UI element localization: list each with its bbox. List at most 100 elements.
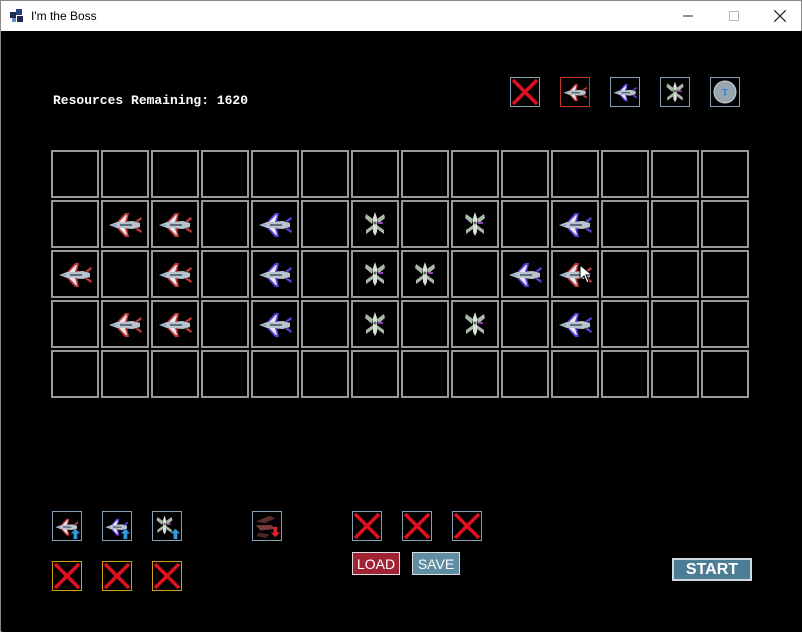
grid-cell[interactable] bbox=[51, 350, 99, 398]
empty-slot[interactable] bbox=[352, 511, 382, 541]
upgrade-ship-a[interactable] bbox=[52, 511, 82, 541]
ship-c-tool[interactable] bbox=[660, 77, 690, 107]
grid-cell[interactable] bbox=[201, 150, 249, 198]
grid-cell[interactable] bbox=[201, 250, 249, 298]
grid-cell[interactable] bbox=[651, 300, 699, 348]
grid-cell[interactable] bbox=[251, 250, 299, 298]
coin-tool[interactable]: T bbox=[710, 77, 740, 107]
upgrade-ship-b[interactable] bbox=[102, 511, 132, 541]
grid-cell[interactable] bbox=[401, 300, 449, 348]
grid-cell[interactable] bbox=[601, 250, 649, 298]
fighter-ship-purple-icon bbox=[509, 263, 542, 287]
grid-cell[interactable] bbox=[501, 250, 549, 298]
grid-cell[interactable] bbox=[401, 250, 449, 298]
grid-cell[interactable] bbox=[401, 200, 449, 248]
grid-cell[interactable] bbox=[651, 200, 699, 248]
grid-cell[interactable] bbox=[151, 200, 199, 248]
broken-ship-down-icon bbox=[255, 515, 281, 539]
grid-cell[interactable] bbox=[351, 150, 399, 198]
app-window: I'm the Boss Resources Remaining: 1620 T… bbox=[0, 0, 802, 632]
grid-cell[interactable] bbox=[501, 300, 549, 348]
maximize-button[interactable] bbox=[711, 1, 757, 31]
grid-cell[interactable] bbox=[201, 300, 249, 348]
grid-cell[interactable] bbox=[101, 250, 149, 298]
grid-cell[interactable] bbox=[201, 200, 249, 248]
grid-cell[interactable] bbox=[451, 150, 499, 198]
grid-cell[interactable] bbox=[551, 200, 599, 248]
grid-cell[interactable] bbox=[101, 300, 149, 348]
fighter-ship-red-icon bbox=[563, 84, 588, 102]
grid-cell[interactable] bbox=[351, 350, 399, 398]
grid-cell[interactable] bbox=[701, 150, 749, 198]
empty-slot[interactable] bbox=[452, 511, 482, 541]
grid-cell[interactable] bbox=[151, 300, 199, 348]
grid-cell[interactable] bbox=[501, 150, 549, 198]
grid-cell[interactable] bbox=[301, 300, 349, 348]
upgrade-ship-c[interactable] bbox=[152, 511, 182, 541]
x-icon bbox=[152, 561, 182, 591]
grid-cell[interactable] bbox=[301, 150, 349, 198]
grid-cell[interactable] bbox=[601, 350, 649, 398]
grid-cell[interactable] bbox=[351, 200, 399, 248]
ship-a-tool[interactable] bbox=[560, 77, 590, 107]
fighter-ship-red-icon bbox=[109, 313, 142, 337]
grid-cell[interactable] bbox=[151, 150, 199, 198]
grid-cell[interactable] bbox=[701, 250, 749, 298]
grid-cell[interactable] bbox=[301, 350, 349, 398]
grid-cell[interactable] bbox=[51, 250, 99, 298]
grid-cell[interactable] bbox=[51, 150, 99, 198]
grid-cell[interactable] bbox=[651, 350, 699, 398]
grid-cell[interactable] bbox=[701, 200, 749, 248]
remove-tool[interactable] bbox=[510, 77, 540, 107]
grid-cell[interactable] bbox=[601, 200, 649, 248]
downgrade-ship[interactable] bbox=[252, 511, 282, 541]
close-icon bbox=[774, 10, 786, 22]
grid-cell[interactable] bbox=[701, 350, 749, 398]
empty-slot[interactable] bbox=[102, 561, 132, 591]
empty-slot[interactable] bbox=[52, 561, 82, 591]
grid-cell[interactable] bbox=[651, 150, 699, 198]
grid-cell[interactable] bbox=[101, 150, 149, 198]
close-button[interactable] bbox=[757, 1, 802, 31]
winged-ship-icon bbox=[465, 312, 485, 336]
grid-cell[interactable] bbox=[51, 200, 99, 248]
grid-cell[interactable] bbox=[151, 250, 199, 298]
fighter-ship-purple-icon bbox=[259, 263, 292, 287]
grid-cell[interactable] bbox=[401, 350, 449, 398]
grid-cell[interactable] bbox=[551, 300, 599, 348]
grid-cell[interactable] bbox=[101, 350, 149, 398]
grid-cell[interactable] bbox=[301, 200, 349, 248]
grid-cell[interactable] bbox=[551, 350, 599, 398]
grid-cell[interactable] bbox=[701, 300, 749, 348]
grid-cell[interactable] bbox=[651, 250, 699, 298]
grid-cell[interactable] bbox=[51, 300, 99, 348]
empty-slot[interactable] bbox=[152, 561, 182, 591]
grid-cell[interactable] bbox=[351, 250, 399, 298]
grid-cell[interactable] bbox=[601, 150, 649, 198]
grid-cell[interactable] bbox=[451, 350, 499, 398]
grid-cell[interactable] bbox=[101, 200, 149, 248]
start-button[interactable]: START bbox=[672, 558, 752, 581]
grid-cell[interactable] bbox=[151, 350, 199, 398]
grid-cell[interactable] bbox=[251, 350, 299, 398]
grid-cell[interactable] bbox=[601, 300, 649, 348]
grid-cell[interactable] bbox=[501, 350, 549, 398]
fighter-ship-red-icon bbox=[59, 263, 92, 287]
grid-cell[interactable] bbox=[351, 300, 399, 348]
grid-cell[interactable] bbox=[551, 150, 599, 198]
grid-cell[interactable] bbox=[451, 200, 499, 248]
grid-cell[interactable] bbox=[251, 300, 299, 348]
grid-cell[interactable] bbox=[401, 150, 449, 198]
ship-b-tool[interactable] bbox=[610, 77, 640, 107]
minimize-button[interactable] bbox=[665, 1, 711, 31]
grid-cell[interactable] bbox=[451, 250, 499, 298]
grid-cell[interactable] bbox=[501, 200, 549, 248]
save-button[interactable]: SAVE bbox=[412, 552, 460, 575]
load-button[interactable]: LOAD bbox=[352, 552, 400, 575]
empty-slot[interactable] bbox=[402, 511, 432, 541]
grid-cell[interactable] bbox=[301, 250, 349, 298]
grid-cell[interactable] bbox=[251, 200, 299, 248]
grid-cell[interactable] bbox=[201, 350, 249, 398]
grid-cell[interactable] bbox=[251, 150, 299, 198]
grid-cell[interactable] bbox=[451, 300, 499, 348]
